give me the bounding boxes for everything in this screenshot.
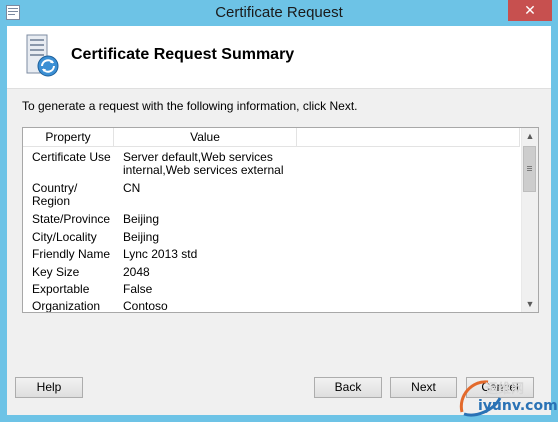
value-cell: Beijing (123, 230, 160, 244)
table-row[interactable]: Certificate Use Server default,Web servi… (23, 151, 519, 181)
value-cell: Contoso (123, 299, 168, 313)
value-cell: CN (123, 181, 141, 195)
dialog-client-area: Certificate Request Summary To generate … (7, 26, 551, 415)
vertical-scrollbar[interactable]: ▲ ▼ (521, 128, 538, 312)
value-cell: Beijing (123, 212, 160, 226)
back-button[interactable]: Back (314, 377, 382, 398)
instruction-text: To generate a request with the following… (22, 99, 358, 113)
property-cell: City/Locality (32, 230, 97, 244)
table-row[interactable]: Exportable False (23, 283, 519, 300)
scroll-up-arrow-icon[interactable]: ▲ (522, 128, 538, 144)
window-title: Certificate Request (215, 4, 343, 21)
column-header-value[interactable]: Value (114, 128, 297, 147)
help-button[interactable]: Help (15, 377, 83, 398)
table-row[interactable]: Organization Contoso (23, 300, 519, 313)
table-row[interactable]: City/Locality Beijing (23, 231, 519, 248)
column-header-empty[interactable] (297, 128, 520, 147)
table-row[interactable]: Friendly Name Lync 2013 std (23, 248, 519, 265)
title-bar[interactable]: Certificate Request ✕ (0, 0, 558, 26)
watermark-top-text: 运维网 (485, 381, 525, 396)
page-title: Certificate Request Summary (71, 46, 295, 63)
property-cell: State/Province (32, 212, 111, 226)
close-button[interactable]: ✕ (508, 0, 552, 21)
table-row[interactable]: State/Province Beijing (23, 213, 519, 230)
value-cell: 2048 (123, 265, 150, 279)
table-row[interactable]: Country/ Region CN (23, 182, 519, 212)
next-button[interactable]: Next (390, 377, 457, 398)
property-cell: Friendly Name (32, 247, 111, 261)
column-header-property[interactable]: Property (23, 128, 114, 147)
certificate-request-window: Certificate Request ✕ Certificate Reques… (0, 0, 558, 422)
grip-line (527, 170, 532, 171)
summary-list[interactable]: Property Value Certificate Use Server de… (22, 127, 539, 313)
close-icon: ✕ (524, 2, 536, 18)
property-cell: Country/ Region (32, 181, 78, 208)
scroll-thumb[interactable] (523, 146, 536, 192)
property-cell: Organization (32, 299, 101, 313)
value-cell: False (123, 282, 153, 296)
value-cell: Lync 2013 std (123, 247, 198, 261)
grip-line (527, 166, 532, 167)
property-cell: Certificate Use (32, 150, 111, 164)
property-cell: Exportable (32, 282, 90, 296)
scroll-down-arrow-icon[interactable]: ▼ (522, 296, 538, 312)
value-cell: Server default,Web services internal,Web… (123, 150, 284, 177)
certificate-server-icon (26, 34, 59, 77)
table-row[interactable]: Key Size 2048 (23, 266, 519, 283)
watermark-bottom-text: iyunv.com (478, 398, 558, 414)
wizard-header: Certificate Request Summary (7, 26, 551, 89)
property-cell: Key Size (32, 265, 80, 279)
grip-line (527, 168, 532, 169)
